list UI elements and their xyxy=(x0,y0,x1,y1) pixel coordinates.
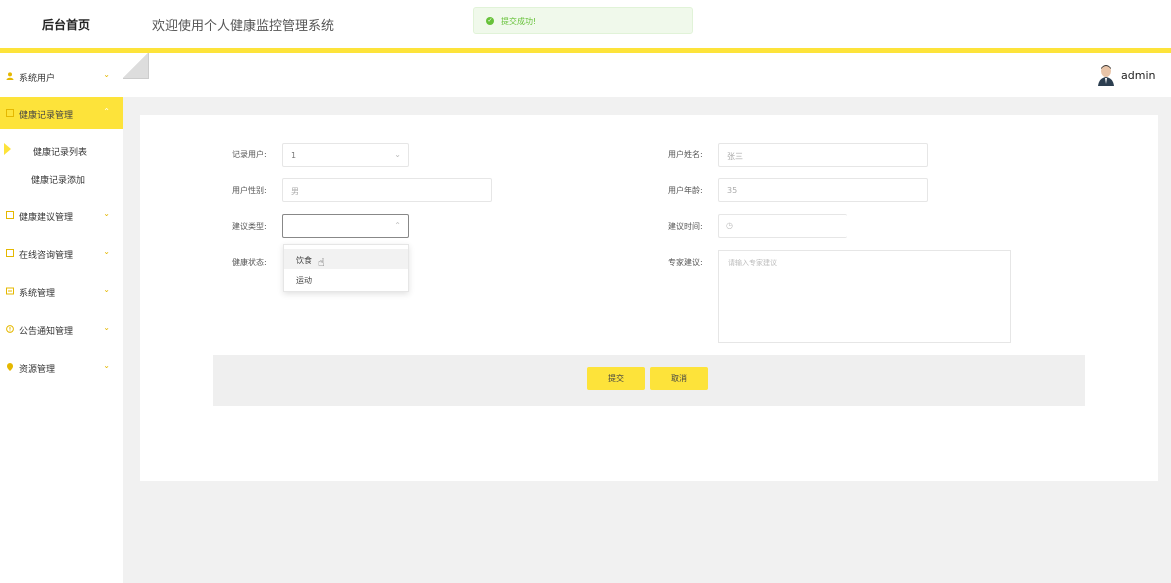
chevron-down-icon: ⌄ xyxy=(103,285,110,294)
sidebar-item-health-records[interactable]: 健康记录管理 ⌃ xyxy=(0,97,123,129)
sidebar-item-health-advice[interactable]: 健康建议管理 ⌄ xyxy=(0,199,123,231)
hand-cursor-icon: ☝ xyxy=(318,256,325,269)
user-icon xyxy=(6,72,14,80)
record-user-label: 记录用户: xyxy=(232,150,267,159)
sidebar-subitem-label: 健康记录列表 xyxy=(33,148,88,158)
sidebar-item-announcements[interactable]: 公告通知管理 ⌄ xyxy=(0,313,123,345)
info-icon xyxy=(6,325,14,333)
chevron-down-icon: ⌄ xyxy=(394,150,401,159)
sidebar-item-label: 公告通知管理 xyxy=(19,327,74,337)
chevron-down-icon: ⌄ xyxy=(103,247,110,256)
user-age-value: 35 xyxy=(727,186,738,195)
active-marker xyxy=(4,143,11,155)
dropdown-option-exercise[interactable]: 运动 xyxy=(284,269,408,289)
record-user-select[interactable]: 1 ⌄ xyxy=(282,143,409,167)
username: admin xyxy=(1121,69,1156,82)
user-name-label: 用户姓名: xyxy=(668,150,703,159)
dropdown-option-label: 运动 xyxy=(296,276,312,285)
user-menu[interactable]: admin xyxy=(1097,64,1157,86)
sidebar-item-resources[interactable]: 资源管理 ⌄ xyxy=(0,351,123,383)
success-toast: ✓ 提交成功! xyxy=(473,7,693,34)
sidebar-subitem-label: 健康记录添加 xyxy=(31,176,86,186)
expert-advice-textarea[interactable]: 请输入专家建议 xyxy=(718,250,1011,343)
location-icon xyxy=(6,363,14,371)
sidebar-item-label: 健康建议管理 xyxy=(19,213,74,223)
health-status-label: 健康状态: xyxy=(232,258,267,267)
sidebar-item-online-consult[interactable]: 在线咨询管理 ⌄ xyxy=(0,237,123,269)
sidebar-item-label: 系统管理 xyxy=(19,289,56,299)
expert-advice-placeholder: 请输入专家建议 xyxy=(728,259,777,267)
sidebar: 系统用户 ⌄ 健康记录管理 ⌃ 健康记录列表 健康记录添加 健康建议管理 ⌄ 在… xyxy=(0,53,123,583)
user-gender-value: 男 xyxy=(291,187,299,196)
avatar xyxy=(1097,64,1115,86)
advice-type-dropdown: 饮食 运动 xyxy=(283,244,409,292)
advice-time-picker[interactable]: ◷ xyxy=(718,214,847,238)
chevron-up-icon: ⌃ xyxy=(103,107,110,116)
welcome-title: 欢迎使用个人健康监控管理系统 xyxy=(152,19,335,34)
advice-time-label: 建议时间: xyxy=(668,222,703,231)
settings-icon xyxy=(6,287,14,295)
check-circle-icon: ✓ xyxy=(486,17,494,25)
folder-icon xyxy=(6,249,14,257)
chevron-down-icon: ⌄ xyxy=(103,209,110,218)
sidebar-subitem-record-list[interactable]: 健康记录列表 xyxy=(0,137,123,163)
submit-button[interactable]: 提交 xyxy=(587,367,645,390)
advice-type-select[interactable]: ⌃ xyxy=(282,214,409,238)
home-link[interactable]: 后台首页 xyxy=(42,16,90,33)
user-gender-field[interactable]: 男 xyxy=(282,178,492,202)
folder-icon xyxy=(6,109,14,117)
clock-icon: ◷ xyxy=(726,221,733,230)
user-gender-label: 用户性别: xyxy=(232,186,267,195)
sidebar-item-label: 健康记录管理 xyxy=(19,111,74,121)
dropdown-option-diet[interactable]: 饮食 xyxy=(284,249,408,269)
sidebar-item-system-management[interactable]: 系统管理 ⌄ xyxy=(0,275,123,307)
user-age-label: 用户年龄: xyxy=(668,186,703,195)
chevron-down-icon: ⌄ xyxy=(103,70,110,79)
collapse-sidebar-icon[interactable] xyxy=(123,53,149,79)
sidebar-item-system-users[interactable]: 系统用户 ⌄ xyxy=(0,60,123,92)
chevron-up-icon: ⌃ xyxy=(394,221,401,230)
sidebar-item-label: 资源管理 xyxy=(19,365,56,375)
top-header: 后台首页 欢迎使用个人健康监控管理系统 ✓ 提交成功! xyxy=(0,0,1171,48)
user-name-field[interactable]: 张三 xyxy=(718,143,928,167)
folder-icon xyxy=(6,211,14,219)
cancel-button[interactable]: 取消 xyxy=(650,367,708,390)
record-user-value: 1 xyxy=(291,151,297,160)
expert-advice-label: 专家建议: xyxy=(668,258,703,267)
user-name-value: 张三 xyxy=(727,152,743,161)
sidebar-subitem-record-add[interactable]: 健康记录添加 xyxy=(0,165,123,191)
form-actions: 提交 取消 xyxy=(213,355,1085,406)
toast-message: 提交成功! xyxy=(501,17,537,26)
sidebar-item-label: 系统用户 xyxy=(19,74,56,84)
dropdown-option-label: 饮食 xyxy=(296,256,312,265)
advice-type-label: 建议类型: xyxy=(232,222,267,231)
content-topbar: admin xyxy=(123,53,1171,97)
user-age-field[interactable]: 35 xyxy=(718,178,928,202)
chevron-down-icon: ⌄ xyxy=(103,361,110,370)
sidebar-item-label: 在线咨询管理 xyxy=(19,251,74,261)
chevron-down-icon: ⌄ xyxy=(103,323,110,332)
